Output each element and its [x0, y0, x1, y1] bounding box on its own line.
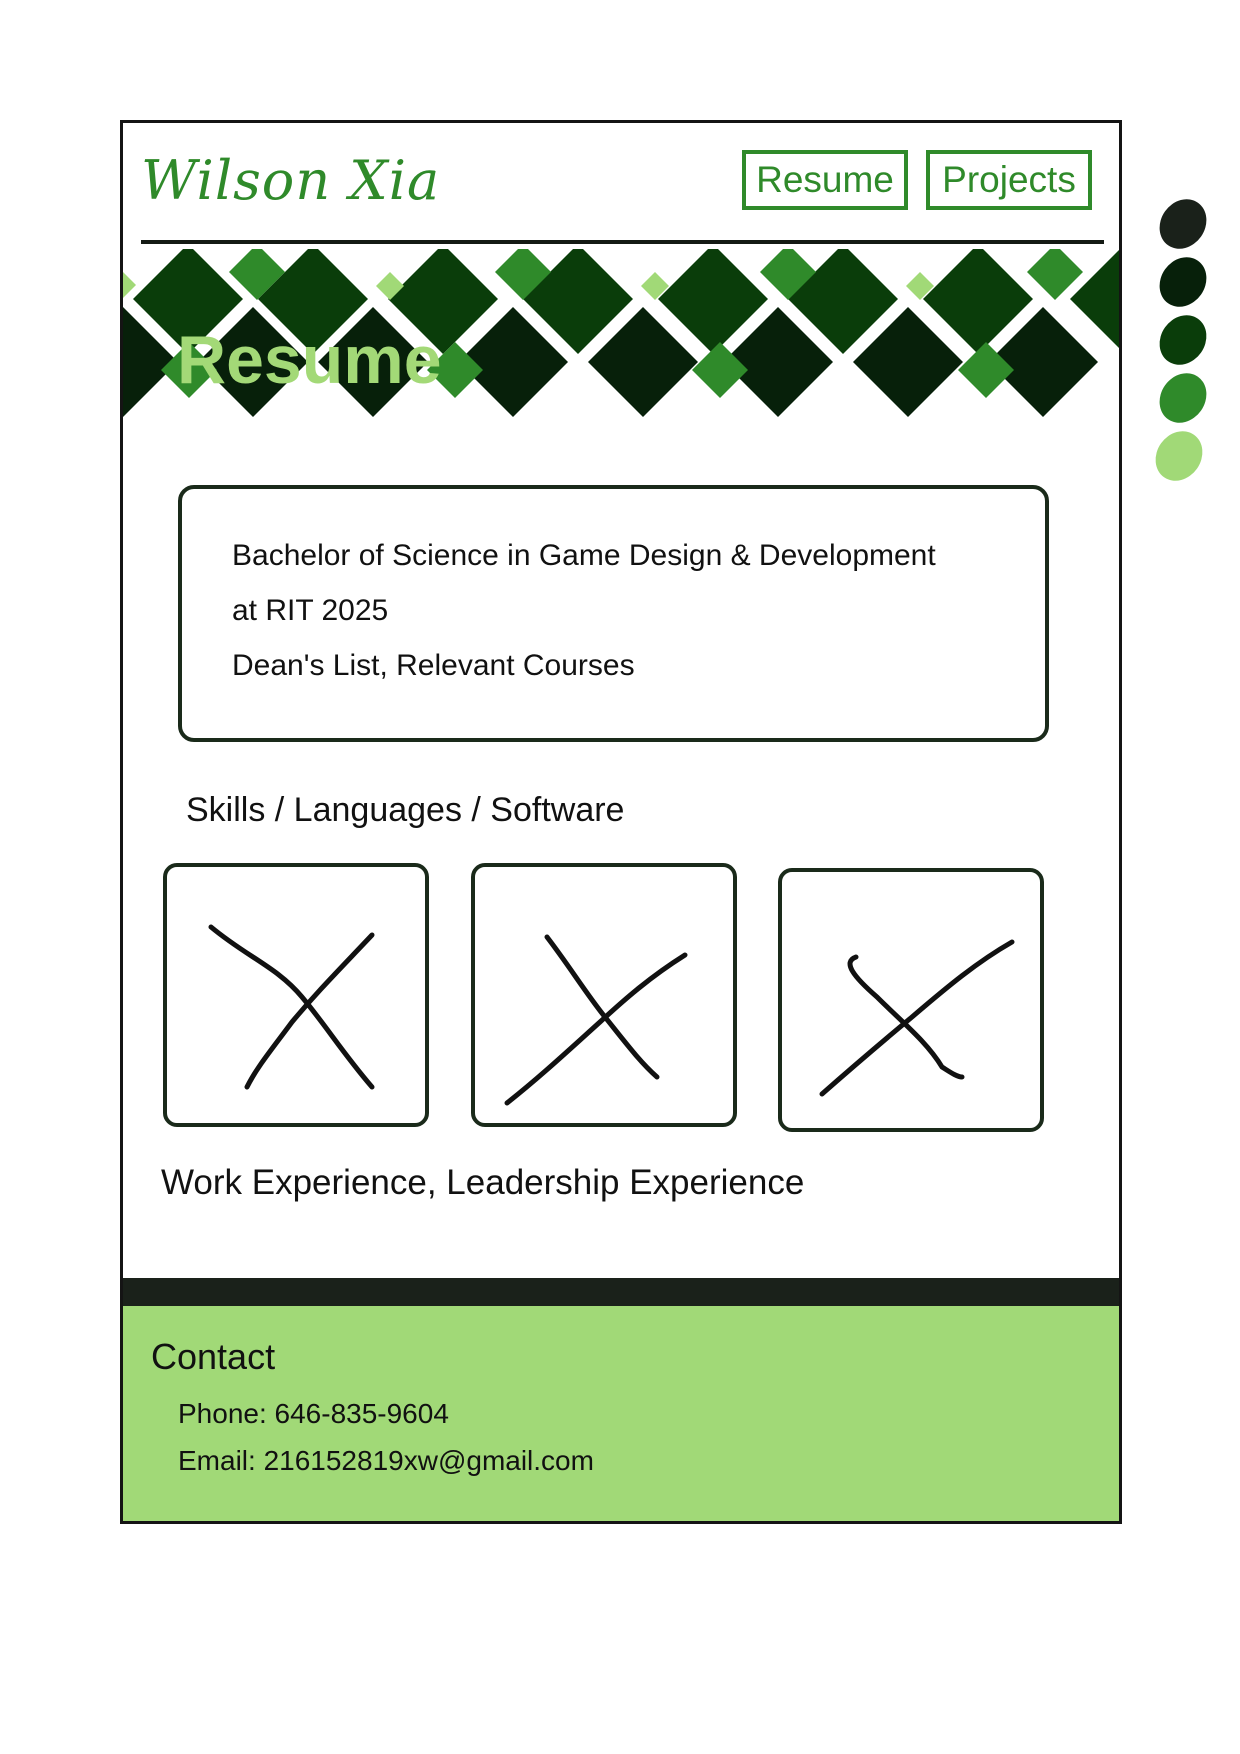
- skill-image-placeholder-3[interactable]: [778, 868, 1044, 1132]
- header-divider: [141, 240, 1104, 244]
- skill-image-placeholder-2[interactable]: [471, 863, 737, 1127]
- skills-section-title: Skills / Languages / Software: [186, 791, 625, 829]
- nav-projects-button[interactable]: Projects: [926, 150, 1092, 210]
- contact-title: Contact: [151, 1336, 276, 1377]
- placeholder-x-icon: [504, 934, 688, 1106]
- palette-swatch-5: [1146, 422, 1212, 490]
- palette-swatch-2: [1150, 248, 1216, 316]
- work-experience-title: Work Experience, Leadership Experience: [161, 1163, 805, 1202]
- palette-swatch-3: [1150, 306, 1216, 374]
- education-school: at RIT 2025: [232, 594, 389, 627]
- skill-image-placeholder-1[interactable]: [163, 863, 429, 1127]
- contact-email[interactable]: Email: 216152819xw@gmail.com: [178, 1445, 594, 1477]
- contact-phone[interactable]: Phone: 646-835-9604: [178, 1398, 449, 1430]
- education-honors: Dean's List, Relevant Courses: [232, 649, 635, 682]
- footer-divider-bar: [123, 1278, 1119, 1306]
- education-card: Bachelor of Science in Game Design & Dev…: [178, 485, 1049, 742]
- palette-swatch-1: [1150, 190, 1216, 258]
- banner-title: Resume: [177, 322, 442, 398]
- nav-resume-button[interactable]: Resume: [742, 150, 908, 210]
- resume-page-frame: Wilson Xia Resume Projects Resume Bachel…: [120, 120, 1122, 1524]
- contact-footer: Contact Phone: 646-835-9604 Email: 21615…: [123, 1306, 1119, 1521]
- color-palette: [1146, 190, 1216, 498]
- placeholder-x-icon: [819, 939, 1015, 1097]
- placeholder-x-icon: [208, 924, 375, 1090]
- palette-swatch-4: [1150, 364, 1216, 432]
- site-brand-name[interactable]: Wilson Xia: [141, 149, 440, 212]
- education-degree: Bachelor of Science in Game Design & Dev…: [232, 539, 936, 572]
